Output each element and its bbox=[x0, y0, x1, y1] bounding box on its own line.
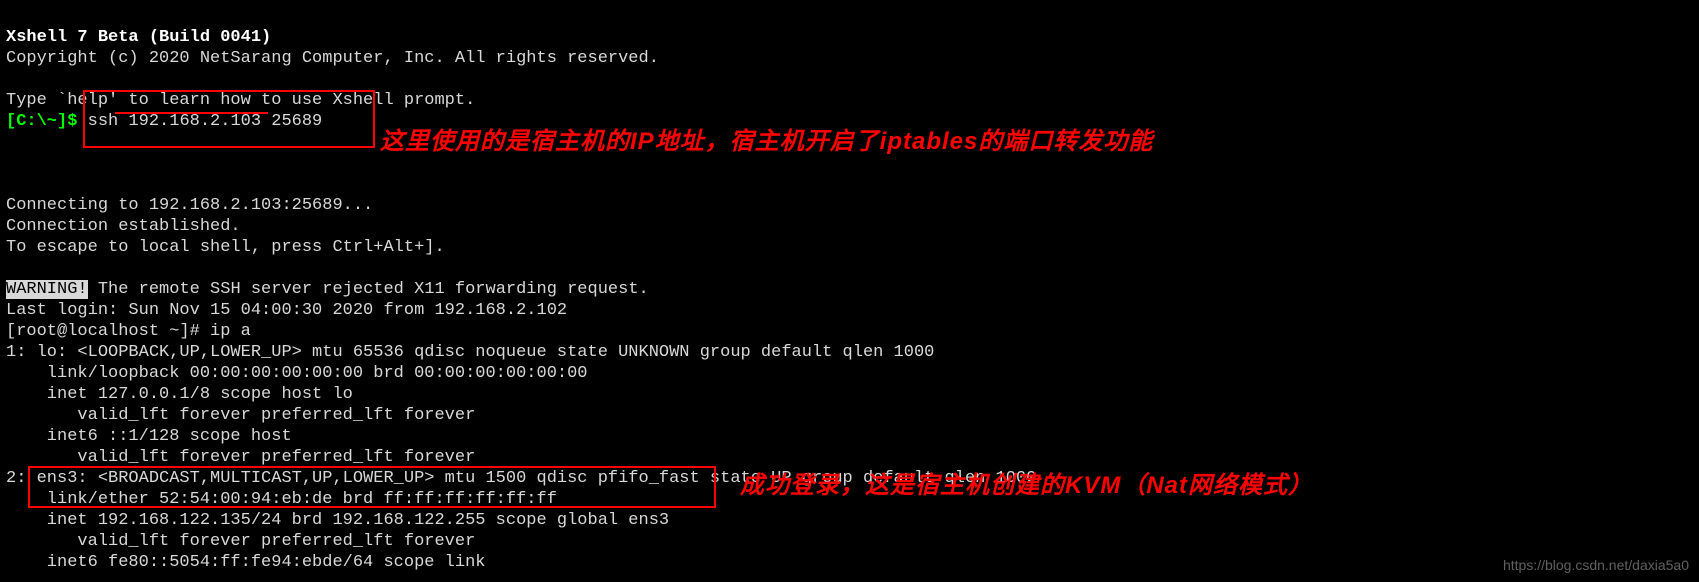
last-login: Last login: Sun Nov 15 04:00:30 2020 fro… bbox=[6, 301, 567, 320]
banner-title: Xshell 7 Beta (Build 0041) bbox=[6, 28, 271, 47]
local-prompt: [C:\~]$ bbox=[6, 112, 88, 131]
ip-line: inet 127.0.0.1/8 scope host lo bbox=[6, 385, 353, 404]
ip-line: inet 192.168.122.135/24 brd 192.168.122.… bbox=[6, 511, 669, 530]
ip-cmd: ip a bbox=[210, 322, 251, 341]
ip-line: inet6 fe80::5054:ff:fe94:ebde/64 scope l… bbox=[6, 553, 496, 572]
warning-text: The remote SSH server rejected X11 forwa… bbox=[88, 280, 649, 299]
watermark: https://blog.csdn.net/daxia5a0 bbox=[1503, 555, 1689, 576]
ip-line: valid_lft forever preferred_lft forever bbox=[6, 532, 475, 551]
terminal-output[interactable]: Xshell 7 Beta (Build 0041) Copyright (c)… bbox=[6, 6, 1036, 573]
ip-line: link/ether 52:54:00:94:eb:de brd ff:ff:f… bbox=[6, 490, 557, 509]
ip-line: 1: lo: <LOOPBACK,UP,LOWER_UP> mtu 65536 … bbox=[6, 343, 934, 362]
warning-label: WARNING! bbox=[6, 280, 88, 299]
banner-copyright: Copyright (c) 2020 NetSarang Computer, I… bbox=[6, 49, 659, 68]
escape-line: To escape to local shell, press Ctrl+Alt… bbox=[6, 238, 445, 257]
ip-line: link/loopback 00:00:00:00:00:00 brd 00:0… bbox=[6, 364, 588, 383]
banner-help: Type `help' to learn how to use Xshell p… bbox=[6, 91, 475, 110]
connected-line: Connection established. bbox=[6, 217, 241, 236]
ip-line: 2: ens3: <BROADCAST,MULTICAST,UP,LOWER_U… bbox=[6, 469, 1036, 488]
ssh-command: ssh 192.168.2.103 25689 bbox=[88, 112, 323, 131]
root-prompt: [root@localhost ~]# bbox=[6, 322, 210, 341]
ip-line: valid_lft forever preferred_lft forever bbox=[6, 406, 475, 425]
ip-line: inet6 ::1/128 scope host bbox=[6, 427, 302, 446]
connecting-line: Connecting to 192.168.2.103:25689... bbox=[6, 196, 373, 215]
ip-line: valid_lft forever preferred_lft forever bbox=[6, 448, 475, 467]
